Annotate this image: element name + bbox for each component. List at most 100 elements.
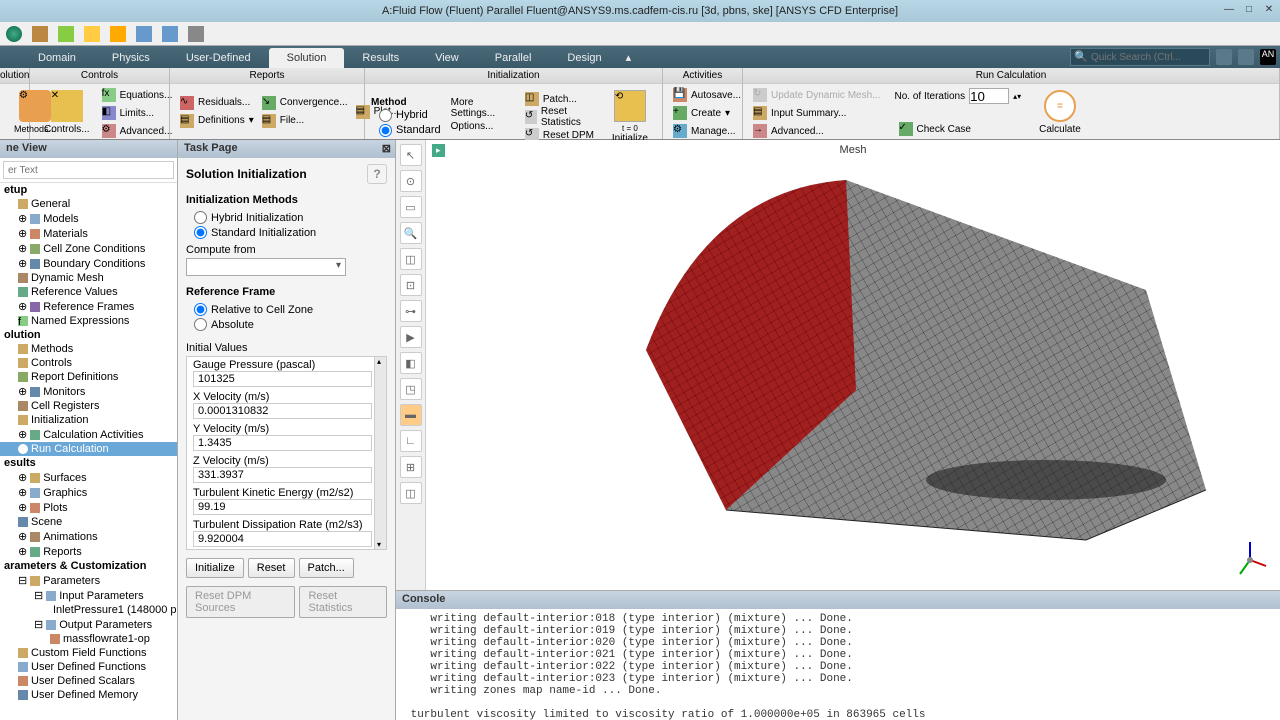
initialize-button[interactable]: ⟲t = 0Initialize xyxy=(604,86,656,148)
field-input[interactable] xyxy=(193,531,372,547)
task-initialize-button[interactable]: Initialize xyxy=(186,558,244,578)
quick-search[interactable]: 🔍 xyxy=(1070,48,1210,66)
advanced-button[interactable]: ⚙Advanced... xyxy=(98,122,177,140)
tree-setup[interactable]: etup xyxy=(0,183,177,197)
help-icon[interactable] xyxy=(1216,49,1232,65)
convergence-button[interactable]: ↘Convergence... xyxy=(258,94,352,112)
iterations-input[interactable] xyxy=(969,88,1009,104)
tree-reports[interactable]: ⊕ Reports xyxy=(0,544,177,559)
task-close-icon[interactable]: ⊠ xyxy=(382,142,391,155)
layout1-icon[interactable] xyxy=(136,26,152,42)
field-input[interactable] xyxy=(193,499,372,515)
controls-button[interactable]: ✕Controls... xyxy=(36,86,98,140)
info-icon[interactable] xyxy=(1238,49,1254,65)
vp-cursor-icon[interactable]: ↖ xyxy=(400,144,422,166)
standard-radio[interactable]: Standard xyxy=(371,123,441,138)
tab-userdefined[interactable]: User-Defined xyxy=(168,48,269,68)
compute-from-combo[interactable] xyxy=(186,258,346,276)
field-input[interactable] xyxy=(193,435,372,451)
outline-tree[interactable]: etup General ⊕ Models ⊕ Materials ⊕ Cell… xyxy=(0,183,177,720)
vp-toggle-icon[interactable]: ⊶ xyxy=(400,300,422,322)
close-icon[interactable]: ✕ xyxy=(1262,2,1276,16)
vp-axis-icon[interactable]: ∟ xyxy=(400,430,422,452)
task-reset-dpm-button[interactable]: Reset DPM Sources xyxy=(186,586,295,618)
tree-monitors[interactable]: ⊕ Monitors xyxy=(0,384,177,399)
tree-udm[interactable]: User Defined Memory xyxy=(0,688,177,702)
tree-models[interactable]: ⊕ Models xyxy=(0,211,177,226)
options-button[interactable]: Options... xyxy=(447,117,515,135)
tab-domain[interactable]: Domain xyxy=(20,48,94,68)
tree-inparams[interactable]: ⊟ Input Parameters xyxy=(0,588,177,603)
tree-customfield[interactable]: Custom Field Functions xyxy=(0,646,177,660)
tree-refvals[interactable]: Reference Values xyxy=(0,285,177,299)
vp-zoom-icon[interactable]: 🔍 xyxy=(400,222,422,244)
input-summary-button[interactable]: ▤Input Summary... xyxy=(749,104,885,122)
field-input[interactable] xyxy=(193,403,372,419)
task-patch-button[interactable]: Patch... xyxy=(299,558,354,578)
definitions-button[interactable]: ▤Definitions ▾ xyxy=(176,112,258,130)
tree-materials[interactable]: ⊕ Materials xyxy=(0,226,177,241)
maximize-icon[interactable]: □ xyxy=(1242,2,1256,16)
vp-probe-icon[interactable]: ⊙ xyxy=(400,170,422,192)
create-button[interactable]: +Create ▾ xyxy=(669,104,745,122)
hybrid-radio[interactable]: Hybrid xyxy=(371,108,441,123)
tree-graphics[interactable]: ⊕ Graphics xyxy=(0,485,177,500)
task-help-icon[interactable]: ? xyxy=(367,164,387,184)
tree-udf[interactable]: User Defined Functions xyxy=(0,660,177,674)
tab-solution[interactable]: Solution xyxy=(269,48,345,68)
globe-icon[interactable] xyxy=(6,26,22,42)
field-input[interactable] xyxy=(193,467,372,483)
tree-results[interactable]: esults xyxy=(0,456,177,470)
update-mesh-button[interactable]: ↻Update Dynamic Mesh... xyxy=(749,86,885,104)
vp-select-icon[interactable]: ▭ xyxy=(400,196,422,218)
file-button[interactable]: ▤File... xyxy=(258,112,352,130)
tree-cellzone[interactable]: ⊕ Cell Zone Conditions xyxy=(0,241,177,256)
check-case-button[interactable]: ✓Check Case xyxy=(895,120,1022,138)
rel-cell-radio[interactable]: Relative to Cell Zone xyxy=(186,302,387,317)
hybrid-init-radio[interactable]: Hybrid Initialization xyxy=(186,210,387,225)
vp-copy-icon[interactable]: ◫ xyxy=(400,482,422,504)
vp-grid-icon[interactable]: ⊞ xyxy=(400,456,422,478)
tree-calcact[interactable]: ⊕ Calculation Activities xyxy=(0,427,177,442)
tree-outparams[interactable]: ⊟ Output Parameters xyxy=(0,617,177,632)
vp-wire-icon[interactable]: ◳ xyxy=(400,378,422,400)
calculate-button[interactable]: =Calculate xyxy=(1031,86,1089,140)
tab-parallel[interactable]: Parallel xyxy=(477,48,550,68)
tree-reportdef[interactable]: Report Definitions xyxy=(0,370,177,384)
reset-stats-button[interactable]: ↺Reset Statistics xyxy=(521,108,604,126)
limits-button[interactable]: ◧Limits... xyxy=(98,104,177,122)
layout2-icon[interactable] xyxy=(162,26,178,42)
tree-params[interactable]: arameters & Customization xyxy=(0,559,177,573)
manage-button[interactable]: ⚙Manage... xyxy=(669,122,745,140)
tree-methods[interactable]: Methods xyxy=(0,342,177,356)
absolute-radio[interactable]: Absolute xyxy=(186,317,387,332)
tree-runcalc[interactable]: Run Calculation xyxy=(0,442,177,456)
task-reset-stats-button[interactable]: Reset Statistics xyxy=(299,586,387,618)
tab-results[interactable]: Results xyxy=(344,48,417,68)
tree-dynmesh[interactable]: Dynamic Mesh xyxy=(0,271,177,285)
runcalc-advanced-button[interactable]: →Advanced... xyxy=(749,122,885,140)
tree-namedexpr[interactable]: fNamed Expressions xyxy=(0,314,177,328)
tree-cellreg[interactable]: Cell Registers xyxy=(0,399,177,413)
search-input[interactable] xyxy=(1070,48,1210,66)
vp-box-icon[interactable]: ◫ xyxy=(400,248,422,270)
cube-icon[interactable] xyxy=(32,26,48,42)
tree-general[interactable]: General xyxy=(0,197,177,211)
field-input[interactable] xyxy=(193,371,372,387)
tree-filter-input[interactable] xyxy=(3,161,174,179)
task-reset-button[interactable]: Reset xyxy=(248,558,295,578)
vp-fit-icon[interactable]: ⊡ xyxy=(400,274,422,296)
console-output[interactable]: writing default-interior:018 (type inter… xyxy=(396,609,1280,720)
tree-boundary[interactable]: ⊕ Boundary Conditions xyxy=(0,256,177,271)
vp-color-icon[interactable]: ▬ xyxy=(400,404,422,426)
standard-init-radio[interactable]: Standard Initialization xyxy=(186,225,387,240)
tree-massflow[interactable]: massflowrate1-op xyxy=(0,632,177,646)
grid-icon[interactable] xyxy=(188,26,204,42)
tree-uds[interactable]: User Defined Scalars xyxy=(0,674,177,688)
tree-animations[interactable]: ⊕ Animations xyxy=(0,529,177,544)
minimize-icon[interactable]: — xyxy=(1222,2,1236,16)
vp-palette-icon[interactable]: ◧ xyxy=(400,352,422,374)
mesh-canvas[interactable]: ▸ Mesh xyxy=(426,140,1280,590)
tree-refframes[interactable]: ⊕ Reference Frames xyxy=(0,299,177,314)
residuals-button[interactable]: ∿Residuals... xyxy=(176,94,258,112)
